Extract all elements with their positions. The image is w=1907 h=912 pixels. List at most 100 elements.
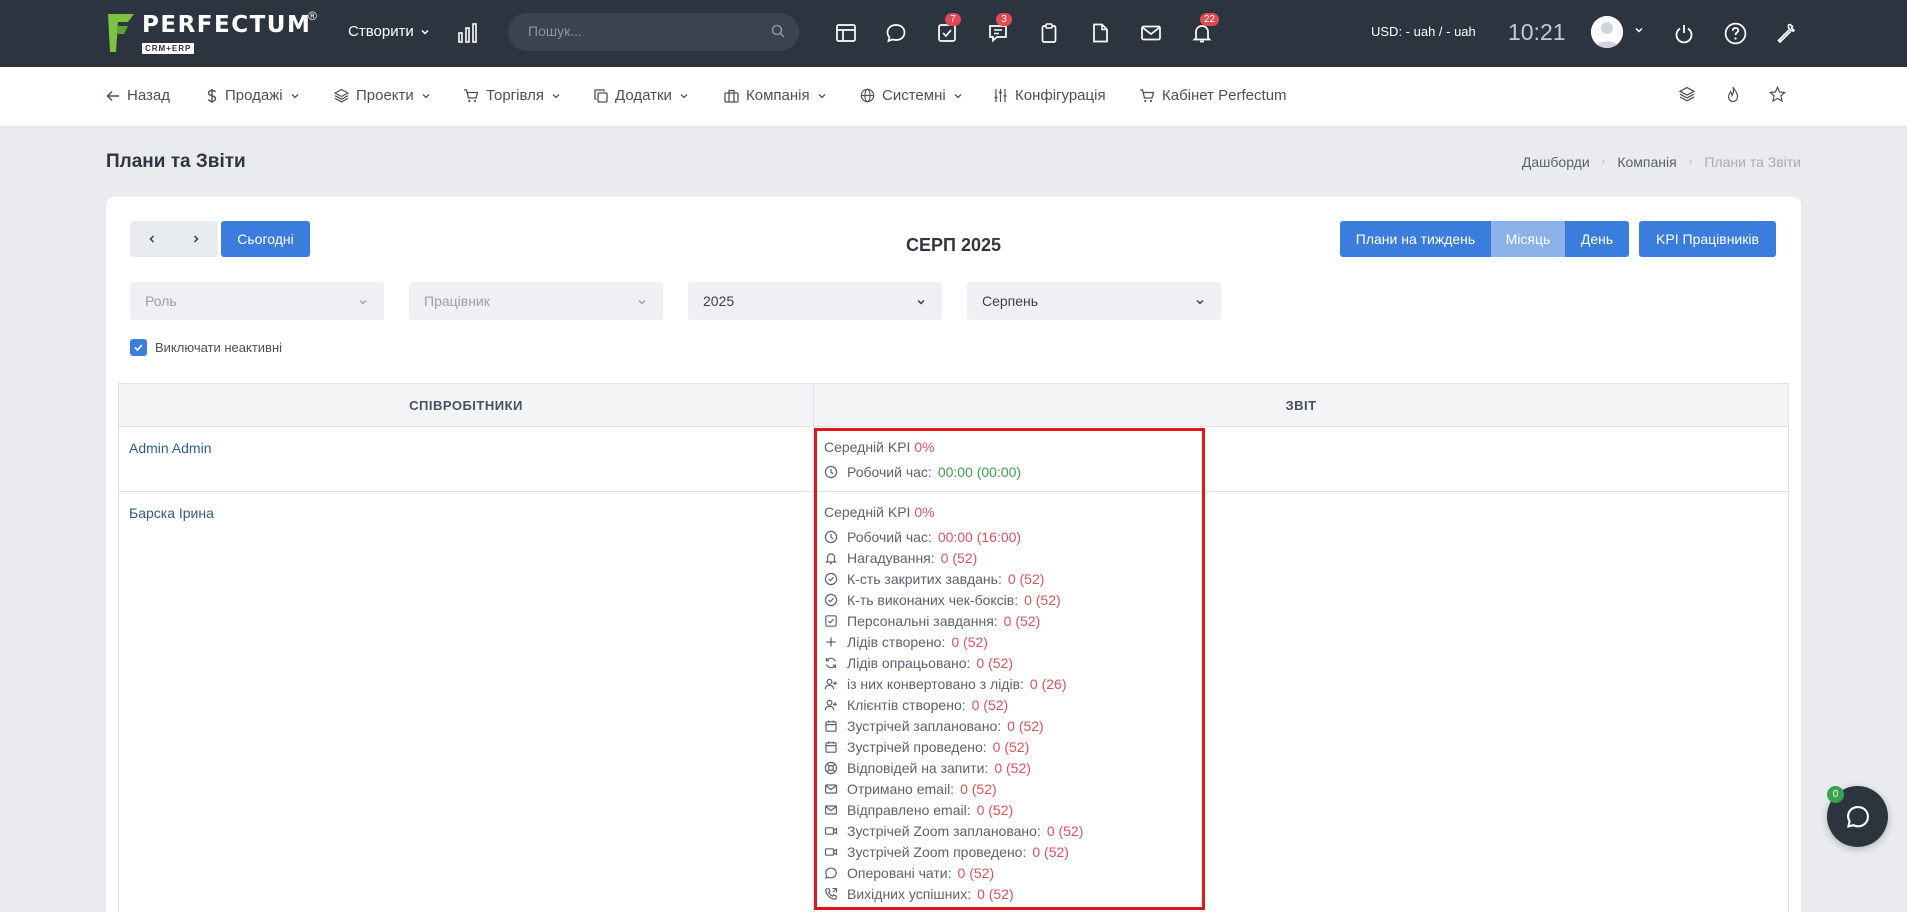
nav-label: Додатки	[615, 87, 672, 104]
bell-icon	[825, 552, 837, 564]
chevron-down-icon	[422, 93, 430, 98]
mail-icon[interactable]	[1139, 21, 1163, 45]
arrow-left-icon	[106, 90, 119, 101]
metric-value: 0 (52)	[976, 654, 1013, 671]
clock-icon	[824, 530, 838, 543]
role-select[interactable]: Роль	[130, 282, 384, 320]
nav-trade[interactable]: Торгівля	[463, 87, 561, 104]
day-view-button[interactable]: День	[1565, 221, 1629, 257]
metric-row: Лідів опрацьовано: 0 (52)	[824, 652, 1778, 673]
clipboard-icon[interactable]	[1037, 21, 1061, 45]
metric-row: із них конвертовано з лідів: 0 (26)	[824, 673, 1778, 694]
avatar[interactable]	[1591, 16, 1623, 48]
nav-configuration[interactable]: Конфігурація	[993, 87, 1106, 104]
nav-label: Системні	[882, 87, 946, 104]
today-button[interactable]: Сьогодні	[221, 221, 310, 257]
discussion-icon[interactable]: 3	[986, 13, 1012, 45]
avg-kpi-value: 0%	[914, 439, 935, 455]
layers-icon[interactable]	[1679, 86, 1695, 102]
metric-value: 0 (52)	[971, 696, 1009, 713]
metric-row: Лідів створено: 0 (52)	[824, 631, 1778, 652]
metric-value: 0 (52)	[1007, 717, 1044, 734]
metric-row: Відправлено email: 0 (52)	[824, 799, 1778, 820]
metric-value: 0 (52)	[994, 759, 1031, 776]
metric-row: Оперовані чати: 0 (52)	[824, 862, 1778, 883]
chat-bubble-icon[interactable]	[884, 21, 908, 45]
month-view-button[interactable]: Місяць	[1491, 221, 1565, 257]
breadcrumb-company[interactable]: Компанія	[1617, 154, 1676, 170]
fire-icon[interactable]	[1725, 86, 1741, 103]
nav-sales[interactable]: Продажі	[206, 87, 300, 104]
check-circle-icon	[824, 572, 838, 585]
employee-placeholder: Працівник	[424, 293, 490, 309]
chevron-right-icon: ›	[1688, 156, 1693, 168]
copy-icon	[594, 88, 608, 103]
checkbox-checked-icon[interactable]	[130, 339, 147, 356]
metric-row: Отримано email: 0 (52)	[824, 778, 1778, 799]
search-icon[interactable]	[771, 24, 785, 38]
metric-value: 0 (52)	[976, 801, 1014, 818]
metric-label: Оперовані чати:	[847, 864, 952, 881]
nav-label: Кабінет Perfectum	[1162, 87, 1287, 104]
nav-addons[interactable]: Додатки	[594, 87, 689, 104]
chevron-down-icon	[638, 300, 646, 305]
document-icon[interactable]	[1088, 21, 1112, 45]
year-select[interactable]: 2025	[688, 282, 942, 320]
power-icon[interactable]	[1672, 22, 1696, 46]
employee-link[interactable]: Admin Admin	[129, 440, 211, 456]
nav-system[interactable]: Системні	[860, 87, 963, 104]
task-check-icon[interactable]: 7	[935, 13, 961, 45]
video-icon	[824, 847, 838, 856]
settings-wrench-icon[interactable]	[1774, 21, 1798, 45]
next-button[interactable]	[174, 221, 218, 257]
employee-select[interactable]: Працівник	[409, 282, 663, 320]
metric-label: Отримано email:	[847, 780, 955, 797]
briefcase-icon	[724, 89, 739, 103]
chevron-down-icon[interactable]	[1634, 25, 1644, 35]
avg-kpi: Середній KPI 0%	[824, 504, 1778, 520]
globe-icon	[860, 88, 875, 103]
nav-label: Назад	[127, 87, 170, 104]
table-icon[interactable]	[834, 21, 858, 45]
refresh-icon	[825, 657, 837, 668]
month-select[interactable]: Серпень	[967, 282, 1221, 320]
nav-projects[interactable]: Проекти	[334, 87, 431, 104]
kpi-employees-button[interactable]: KPI Працівників	[1639, 221, 1776, 257]
metric-row: Нагадування: 0 (52)	[824, 547, 1778, 568]
bell-icon[interactable]: 22	[1190, 13, 1220, 45]
help-icon[interactable]	[1723, 21, 1748, 46]
column-employees: СПІВРОБІТНИКИ	[119, 384, 814, 426]
phone-outgoing-icon	[825, 887, 838, 900]
metric-value: 0 (52)	[951, 633, 988, 650]
metric-label: Робочий час:	[847, 528, 932, 545]
week-plans-button[interactable]: Плани на тиждень	[1340, 221, 1491, 257]
metric-value: 0 (52)	[1024, 591, 1061, 608]
exclude-inactive-checkbox[interactable]: Виключати неактивні	[130, 339, 282, 356]
metric-value: 00:00 (16:00)	[937, 528, 1022, 545]
employee-link[interactable]: Барска Ірина	[129, 505, 214, 521]
metric-row: Робочий час: 00:00 (16:00)	[824, 526, 1778, 547]
logo[interactable]: PERFECTUM CRM+ERP ®	[106, 9, 317, 54]
nav-label: Проекти	[356, 87, 414, 104]
breadcrumb-current: Плани та Звіти	[1704, 154, 1801, 170]
create-menu-button[interactable]: Створити	[348, 23, 430, 40]
prev-button[interactable]	[130, 221, 174, 257]
task-badge: 7	[945, 13, 961, 26]
metric-value: 0 (52)	[960, 780, 997, 797]
calendar-icon	[825, 741, 837, 753]
star-icon[interactable]	[1769, 86, 1786, 103]
metric-label: Зустрічей Zoom заплановано:	[847, 822, 1041, 839]
nav-perfectum-cabinet[interactable]: Кабінет Perfectum	[1139, 87, 1287, 104]
nav-back[interactable]: Назад	[106, 87, 170, 104]
chevron-right-icon: ›	[1601, 156, 1606, 168]
metric-label: Зустрічей заплановано:	[847, 717, 1002, 734]
breadcrumb-dashboards[interactable]: Дашборди	[1522, 154, 1590, 170]
cart-icon	[464, 89, 479, 103]
nav-label: Компанія	[746, 87, 810, 104]
discussion-badge: 3	[996, 13, 1012, 26]
nav-company[interactable]: Компанія	[724, 87, 827, 104]
chat-widget-button[interactable]: 0	[1827, 786, 1888, 847]
cart-icon	[1140, 89, 1155, 103]
bar-chart-icon[interactable]	[457, 22, 479, 44]
search-input[interactable]	[528, 23, 758, 39]
